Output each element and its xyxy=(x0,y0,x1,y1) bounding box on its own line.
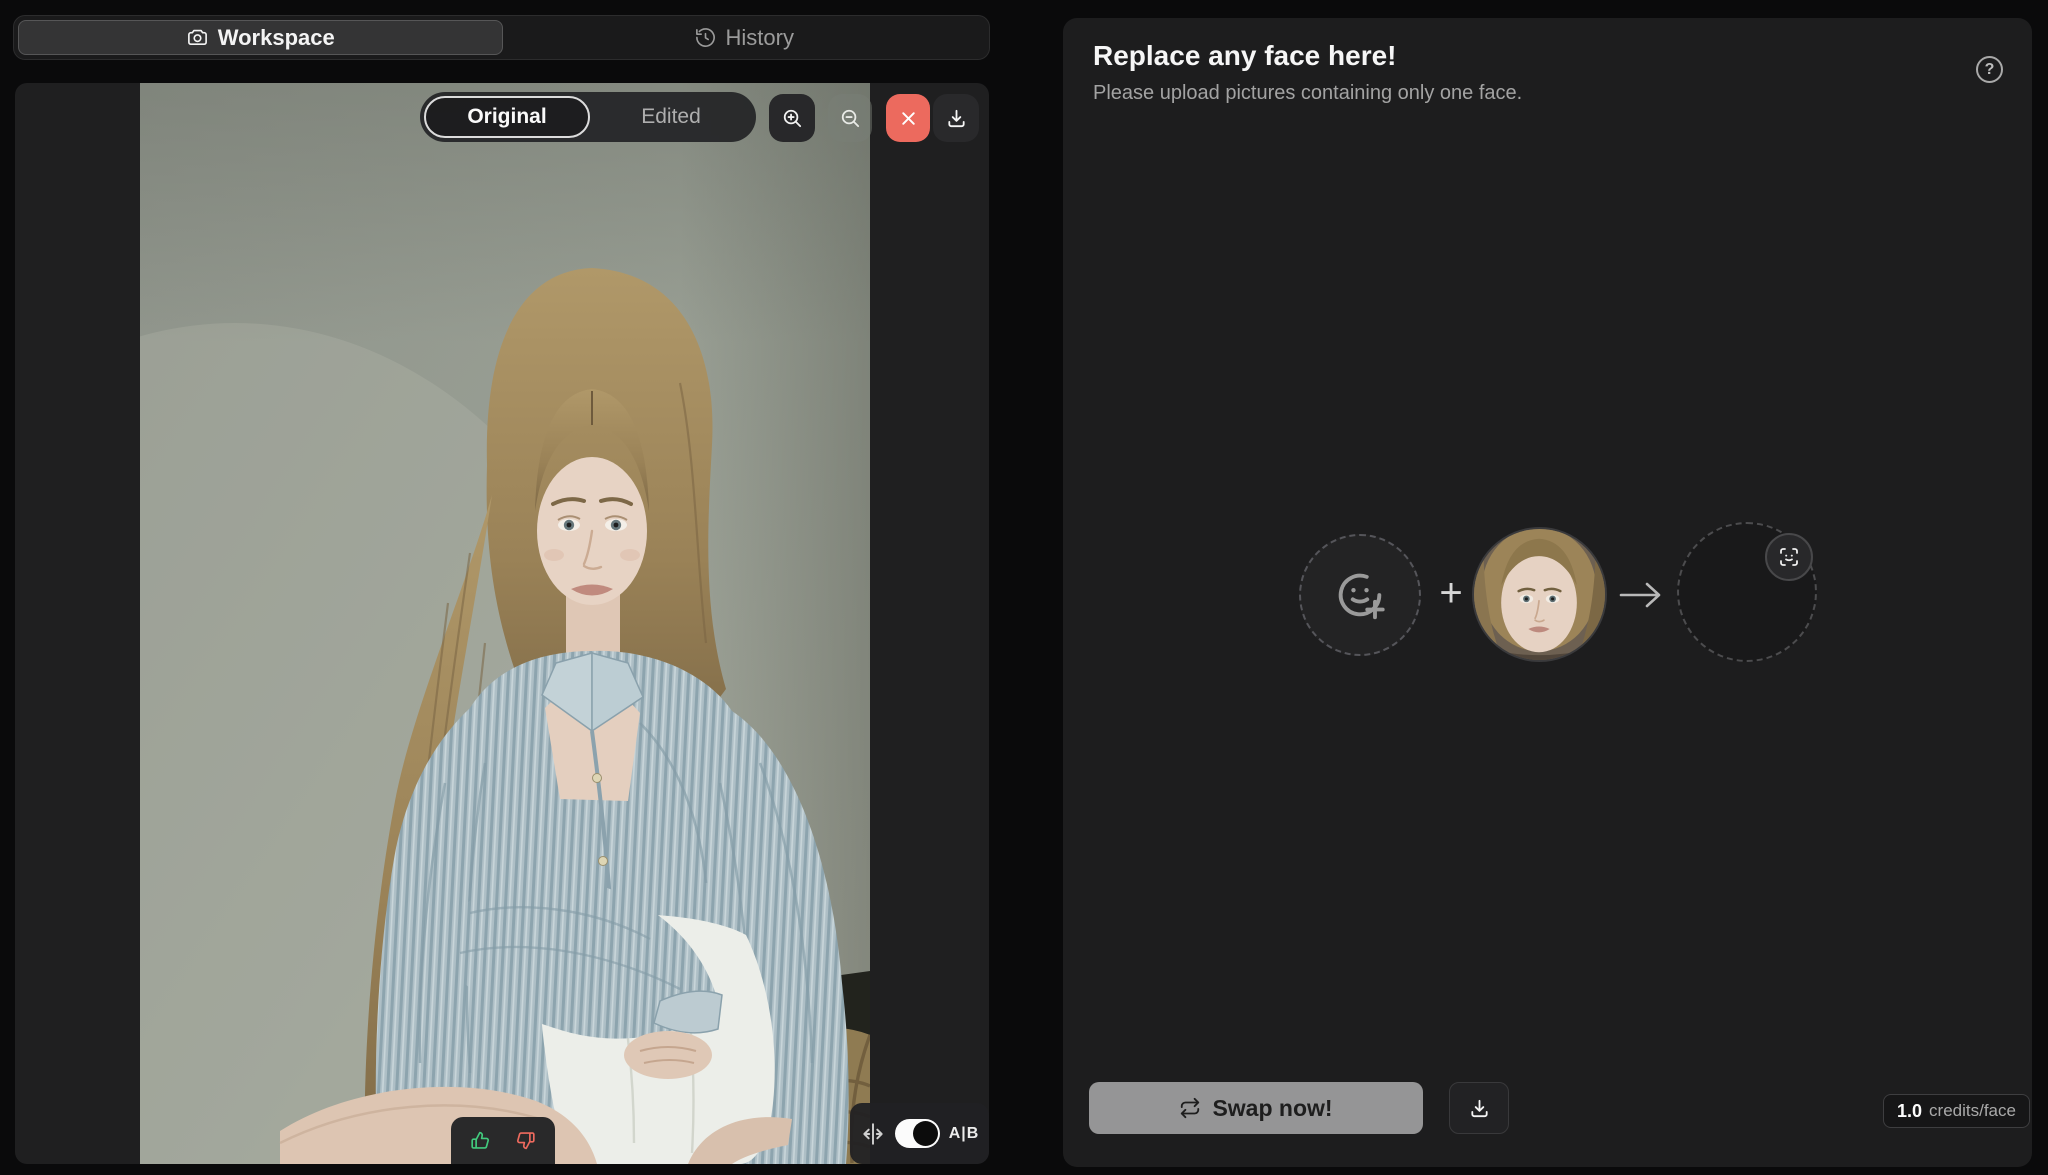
toggle-original-label: Original xyxy=(467,105,546,129)
source-face-thumbnail[interactable] xyxy=(1472,527,1607,662)
close-icon xyxy=(897,107,920,130)
zoom-out-icon xyxy=(839,107,862,130)
portrait-photo xyxy=(140,83,870,1164)
face-swap-panel: Replace any face here! Please upload pic… xyxy=(1063,18,2032,1167)
zoom-out-button[interactable] xyxy=(828,94,872,142)
tab-workspace-label: Workspace xyxy=(218,25,335,51)
download-icon xyxy=(945,107,968,130)
history-clock-icon xyxy=(694,26,717,49)
download-image-button[interactable] xyxy=(933,94,979,142)
swap-now-button[interactable]: Swap now! xyxy=(1089,1082,1423,1134)
help-button[interactable]: ? xyxy=(1976,56,2003,83)
upload-target-face-button[interactable] xyxy=(1299,534,1421,656)
swap-arrows-icon xyxy=(1179,1097,1201,1119)
thumbs-up-icon[interactable] xyxy=(470,1130,491,1151)
source-face-image xyxy=(1474,529,1605,660)
detect-face-button[interactable] xyxy=(1765,533,1813,581)
camera-icon xyxy=(186,26,209,49)
ab-compare-bar: A|B xyxy=(850,1103,989,1164)
close-button[interactable] xyxy=(886,94,930,142)
tab-workspace[interactable]: Workspace xyxy=(18,20,503,55)
portrait-photo-illustration xyxy=(140,83,870,1164)
feedback-bar xyxy=(451,1117,555,1164)
credits-unit: credits/face xyxy=(1929,1101,2016,1121)
plus-icon: + xyxy=(1431,571,1471,616)
tab-history-label: History xyxy=(726,25,794,51)
image-viewer-panel: Original Edited xyxy=(15,83,989,1164)
panel-title: Replace any face here! xyxy=(1093,40,1397,72)
top-tab-bar: Workspace History xyxy=(13,15,990,60)
ab-toggle-switch[interactable] xyxy=(895,1119,940,1148)
swap-now-label: Swap now! xyxy=(1212,1095,1332,1122)
toggle-original[interactable]: Original xyxy=(424,96,590,138)
zoom-in-button[interactable] xyxy=(769,94,815,142)
tab-history[interactable]: History xyxy=(503,20,986,55)
credits-value: 1.0 xyxy=(1897,1101,1922,1122)
toggle-edited[interactable]: Edited xyxy=(590,96,752,138)
toggle-edited-label: Edited xyxy=(641,105,701,129)
zoom-in-icon xyxy=(781,107,804,130)
download-result-button[interactable] xyxy=(1449,1082,1509,1134)
face-scan-icon xyxy=(1777,545,1801,569)
add-face-icon xyxy=(1331,566,1389,624)
split-compare-icon xyxy=(860,1121,886,1147)
question-mark-icon: ? xyxy=(1985,61,1995,79)
ab-toggle-knob xyxy=(913,1121,938,1146)
panel-subtitle: Please upload pictures containing only o… xyxy=(1093,82,1522,105)
thumbs-down-icon[interactable] xyxy=(515,1130,536,1151)
arrow-right-icon xyxy=(1615,579,1667,611)
download-icon xyxy=(1468,1097,1491,1120)
ab-label: A|B xyxy=(949,1125,980,1143)
credits-badge: 1.0 credits/face xyxy=(1883,1094,2030,1128)
compare-toggle: Original Edited xyxy=(420,92,756,142)
